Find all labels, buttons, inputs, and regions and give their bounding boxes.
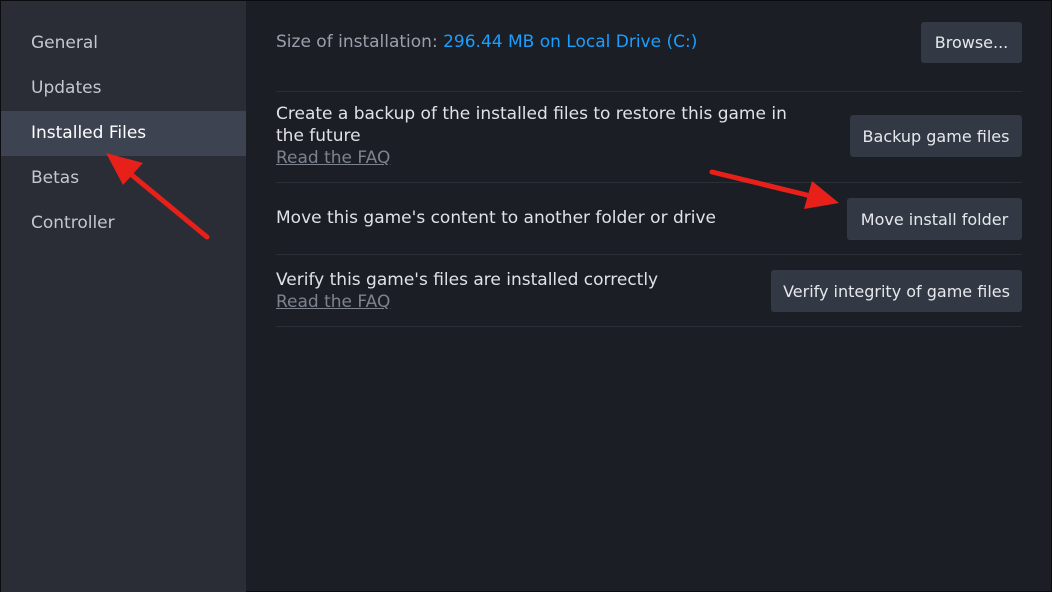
- installation-size-text: Size of installation: 296.44 MB on Local…: [276, 32, 697, 52]
- installation-size-value: 296.44 MB on Local Drive (C:): [443, 32, 698, 52]
- verify-faq-link[interactable]: Read the FAQ: [276, 291, 756, 313]
- sidebar-item-general[interactable]: General: [1, 21, 246, 66]
- properties-window: General Updates Installed Files Betas Co…: [0, 0, 1052, 592]
- move-install-folder-button[interactable]: Move install folder: [847, 198, 1022, 240]
- move-description: Move this game's content to another fold…: [276, 208, 716, 228]
- installed-files-panel: Size of installation: 296.44 MB on Local…: [276, 1, 1022, 592]
- installation-size-label: Size of installation:: [276, 32, 438, 52]
- sidebar-item-installed-files[interactable]: Installed Files: [1, 111, 246, 156]
- verify-integrity-button[interactable]: Verify integrity of game files: [771, 270, 1022, 312]
- backup-faq-link[interactable]: Read the FAQ: [276, 147, 816, 169]
- backup-game-files-button[interactable]: Backup game files: [850, 115, 1022, 157]
- browse-button[interactable]: Browse...: [921, 22, 1022, 63]
- sidebar: General Updates Installed Files Betas Co…: [1, 1, 246, 592]
- verify-description: Verify this game's files are installed c…: [276, 270, 659, 290]
- backup-row: Create a backup of the installed files t…: [276, 92, 1022, 183]
- installation-size-row: Size of installation: 296.44 MB on Local…: [276, 1, 1022, 92]
- sidebar-item-betas[interactable]: Betas: [1, 156, 246, 201]
- backup-description: Create a backup of the installed files t…: [276, 104, 787, 146]
- sidebar-item-controller[interactable]: Controller: [1, 201, 246, 246]
- move-row: Move this game's content to another fold…: [276, 183, 1022, 255]
- verify-row: Verify this game's files are installed c…: [276, 255, 1022, 327]
- sidebar-item-updates[interactable]: Updates: [1, 66, 246, 111]
